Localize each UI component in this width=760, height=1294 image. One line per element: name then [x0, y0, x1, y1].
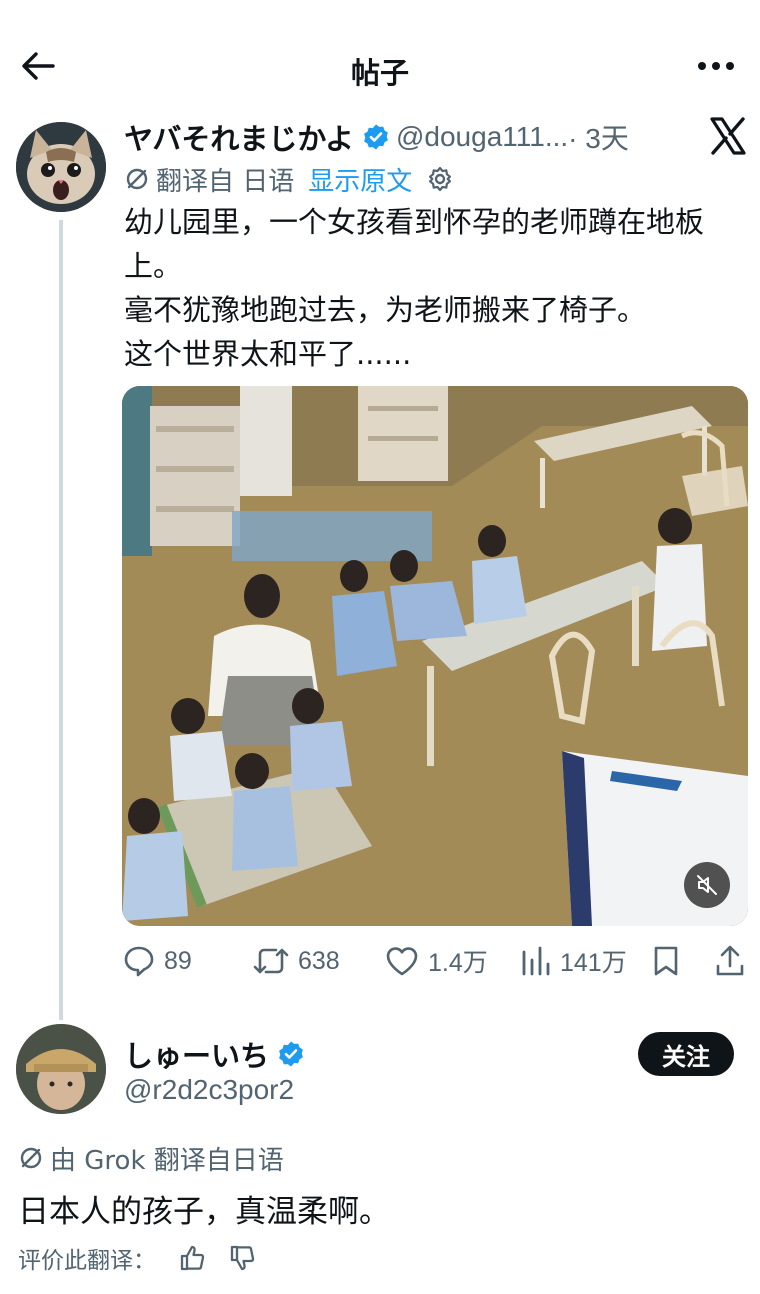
gear-icon [429, 166, 452, 192]
translation-settings-button[interactable] [426, 165, 454, 193]
more-button[interactable] [694, 48, 738, 84]
repost-count: 638 [298, 946, 340, 975]
thumbs-up-button[interactable] [178, 1244, 206, 1272]
translate-icon [20, 1147, 42, 1169]
grok-translation-label: 由 Grok 翻译自日语 [50, 1145, 284, 1176]
reply-icon [124, 946, 154, 977]
view-count: 141万 [560, 949, 627, 977]
rate-translation-row: 评价此翻译： [18, 1238, 256, 1278]
reply-text: 日本人的孩子，真温柔啊。 [18, 1194, 390, 1230]
thumbs-down-button[interactable] [228, 1244, 256, 1272]
author-handle[interactable]: @douga111... [396, 121, 568, 153]
grok-translation-row: 由 Grok 翻译自日语 [18, 1140, 284, 1176]
verified-badge-icon [277, 1040, 305, 1068]
post-text-line: 幼儿园里，一个女孩看到怀孕的老师蹲在地板 [124, 205, 705, 239]
reply-count: 89 [164, 946, 192, 975]
post-text-line: 毫不犹豫地跑过去，为老师搬来了椅子。 [124, 293, 647, 327]
repost-icon [253, 948, 289, 974]
like-button[interactable]: 1.4万 [384, 938, 488, 984]
heart-icon [386, 947, 418, 976]
translate-icon [126, 168, 148, 190]
follow-button[interactable]: 关注 [638, 1032, 734, 1076]
reply-author-name[interactable]: しゅーいち [124, 1034, 311, 1074]
post-text-line: 这个世界太和平了...... [124, 337, 412, 371]
reply-author-name-text: しゅーいち [124, 1039, 270, 1073]
post-text: 幼儿园里，一个女孩看到怀孕的老师蹲在地板 上。 毫不犹豫地跑过去，为老师搬来了椅… [124, 200, 744, 376]
author-avatar[interactable] [16, 122, 106, 212]
top-bar: 帖子 [0, 0, 760, 120]
post-actions: 89 638 1.4万 141万 [122, 938, 750, 984]
verified-badge-icon [362, 123, 390, 151]
post-video[interactable] [122, 386, 748, 926]
post-header: ヤバそれまじかよ @douga111... · 3天 [124, 117, 629, 157]
mute-button[interactable] [684, 862, 730, 908]
show-original-link[interactable]: 显示原文 [308, 161, 412, 198]
translated-from-label: 翻译自 日语 [156, 166, 295, 197]
thumbs-up-icon [180, 1245, 205, 1271]
thumbs-down-icon [230, 1245, 255, 1271]
reply-button[interactable]: 89 [122, 938, 192, 984]
share-icon [716, 945, 744, 976]
share-button[interactable] [714, 938, 754, 984]
analytics-icon [522, 946, 550, 976]
author-name[interactable]: ヤバそれまじかよ [124, 116, 354, 158]
bookmark-icon [654, 946, 678, 976]
like-count: 1.4万 [428, 949, 488, 977]
cat-avatar-image [16, 122, 106, 212]
reply-author-avatar[interactable] [16, 1024, 106, 1114]
repost-button[interactable]: 638 [252, 938, 340, 984]
person-avatar-image [16, 1024, 106, 1114]
volume-muted-icon [697, 875, 717, 895]
reply-author-handle[interactable]: @r2d2c3por2 [124, 1074, 294, 1106]
rate-translation-label: 评价此翻译： [18, 1248, 156, 1274]
classroom-video-frame [122, 386, 748, 926]
x-logo-icon [708, 116, 748, 156]
translation-row: 翻译自 日语 显示原文 [124, 161, 454, 198]
post-time: · 3天 [568, 123, 629, 154]
views-button[interactable]: 141万 [520, 938, 627, 984]
post-text-line: 上。 [124, 249, 183, 283]
thread-line [59, 220, 63, 1020]
bookmark-button[interactable] [652, 938, 688, 984]
page-title: 帖子 [350, 56, 409, 90]
more-horizontal-icon [698, 62, 734, 70]
